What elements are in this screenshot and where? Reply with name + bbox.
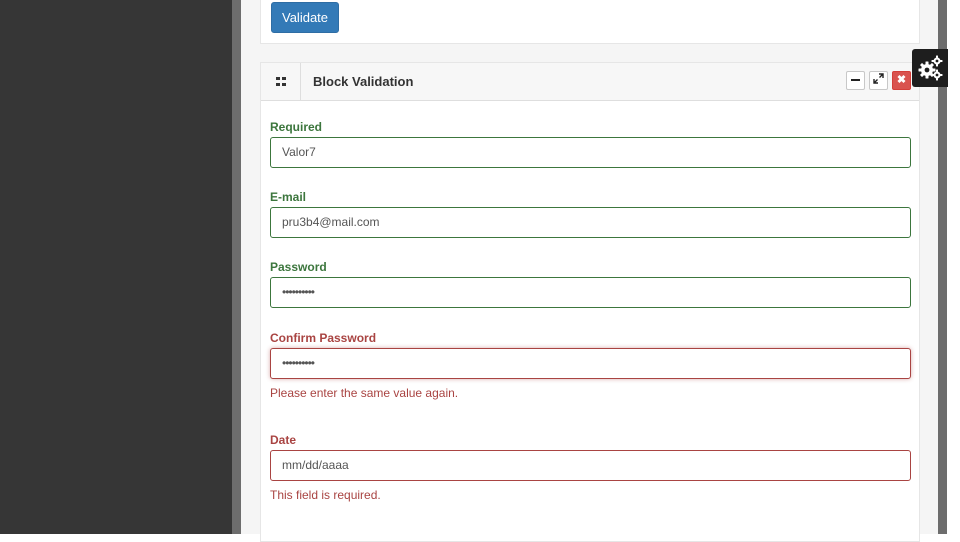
- main-content: Validate Block Validation ✖ Required Val…: [241, 0, 938, 542]
- confirm-password-field[interactable]: ••••••••••: [270, 348, 911, 379]
- date-group: Date mm/dd/aaaa This field is required.: [270, 433, 911, 502]
- email-group: E-mail pru3b4@mail.com: [270, 190, 911, 238]
- date-label: Date: [270, 433, 297, 447]
- panel-icon-box: [261, 63, 301, 101]
- close-icon: ✖: [896, 74, 907, 86]
- previous-panel: Validate: [260, 0, 920, 44]
- required-label: Required: [270, 120, 323, 134]
- panel-header: Block Validation ✖: [261, 63, 919, 101]
- password-label: Password: [270, 260, 327, 274]
- date-error: This field is required.: [270, 488, 381, 502]
- minimize-icon: [851, 79, 860, 82]
- block-validation-panel: Block Validation ✖ Required Valor7 E-mai…: [260, 62, 920, 542]
- left-sidebar-border: [232, 0, 241, 534]
- close-button[interactable]: ✖: [892, 71, 911, 90]
- expand-button[interactable]: [869, 71, 888, 90]
- password-field[interactable]: ••••••••••: [270, 277, 911, 308]
- confirm-password-error: Please enter the same value again.: [270, 386, 459, 400]
- right-margin: [947, 0, 960, 534]
- left-sidebar-background: [0, 0, 232, 534]
- date-field[interactable]: mm/dd/aaaa: [270, 450, 911, 481]
- expand-icon: [873, 73, 884, 84]
- validate-button[interactable]: Validate: [271, 2, 340, 33]
- required-input[interactable]: Valor7: [270, 137, 911, 168]
- settings-toggle[interactable]: [912, 49, 948, 87]
- email-field[interactable]: pru3b4@mail.com: [270, 207, 911, 238]
- confirm-password-label: Confirm Password: [270, 331, 377, 345]
- minimize-button[interactable]: [846, 71, 865, 90]
- email-label: E-mail: [270, 190, 307, 204]
- panel-title: Block Validation: [313, 74, 414, 89]
- confirm-password-group: Confirm Password •••••••••• Please enter…: [270, 331, 911, 400]
- password-group: Password ••••••••••: [270, 260, 911, 308]
- grid-icon: [276, 77, 287, 87]
- required-group: Required Valor7: [270, 120, 911, 168]
- gears-icon: [918, 55, 943, 81]
